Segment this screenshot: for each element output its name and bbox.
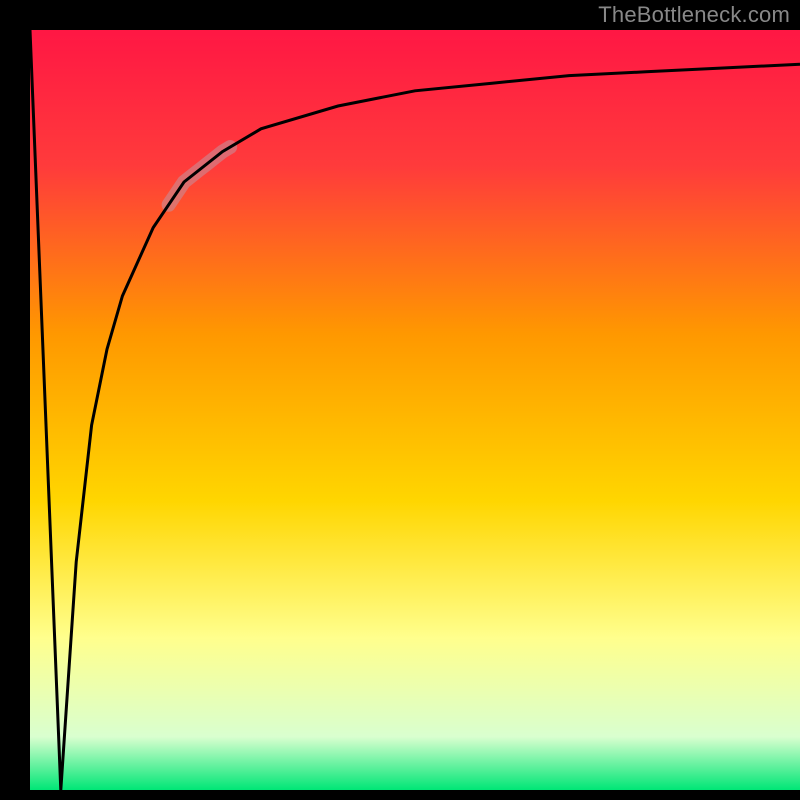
bottleneck-chart bbox=[0, 0, 800, 800]
site-attribution: TheBottleneck.com bbox=[598, 2, 790, 28]
plot-background bbox=[30, 30, 800, 790]
